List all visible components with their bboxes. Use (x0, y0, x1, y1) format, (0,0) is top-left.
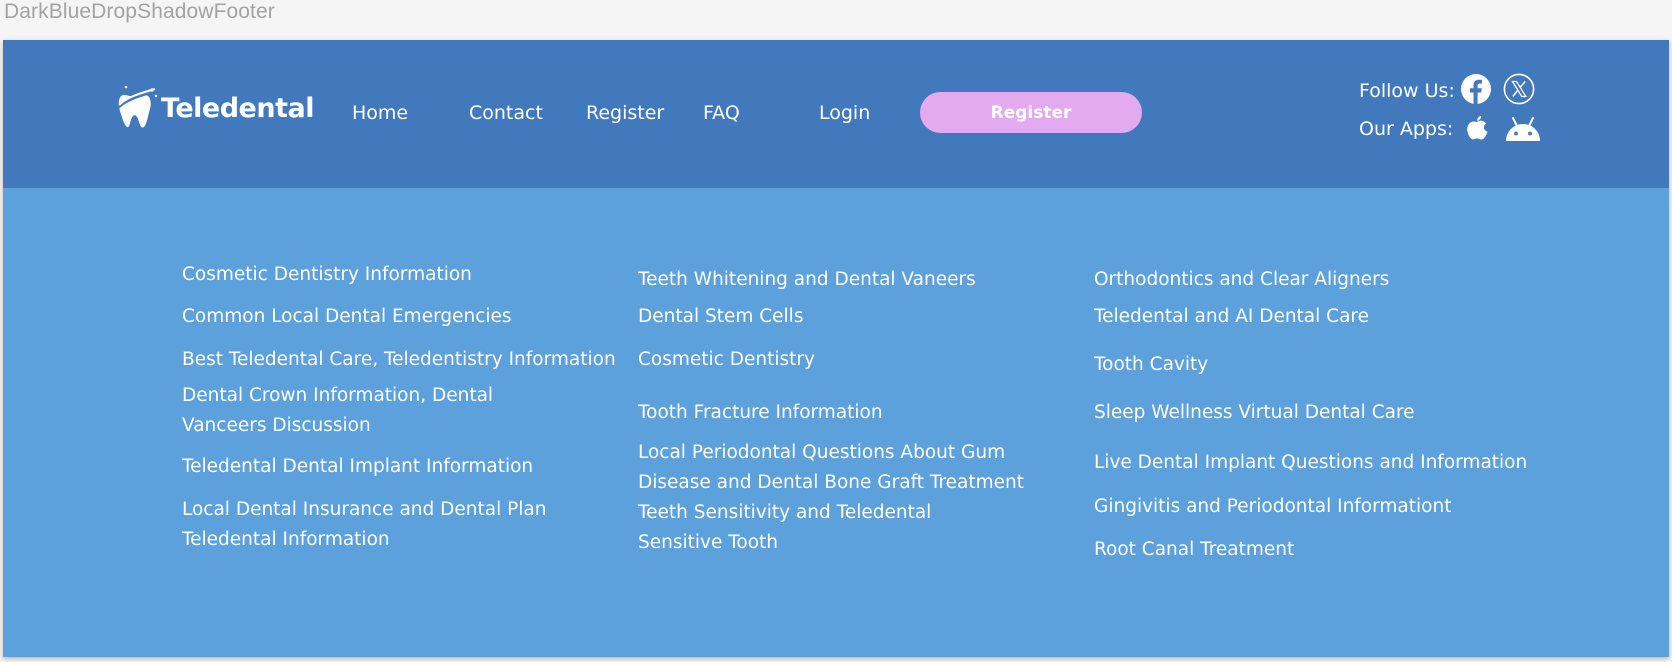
tooth-logo-icon (116, 85, 158, 128)
follow-us-label: Follow Us: (1359, 80, 1455, 102)
android-icon[interactable] (1504, 116, 1542, 142)
footer-link[interactable]: Dental Stem Cells (638, 302, 803, 332)
footer-link[interactable]: Tooth Cavity (1094, 350, 1208, 380)
footer-link[interactable]: Teledental Dental Implant Information (182, 452, 533, 482)
footer-links-area: Cosmetic Dentistry Information Common Lo… (3, 188, 1669, 657)
our-apps-label: Our Apps: (1359, 118, 1454, 140)
footer-link[interactable]: Teledental and AI Dental Care (1094, 302, 1369, 332)
nav-register-link[interactable]: Register (586, 102, 664, 124)
register-button[interactable]: Register (920, 92, 1142, 133)
footer-link[interactable]: Teeth Whitening and Dental Vaneers (638, 265, 976, 295)
page-label: DarkBlueDropShadowFooter (4, 0, 275, 23)
footer-link[interactable]: Local Periodontal Questions About Gum Di… (638, 438, 1078, 498)
footer-link[interactable]: Local Dental Insurance and Dental Plan T… (182, 495, 552, 555)
footer-link[interactable]: Live Dental Implant Questions and Inform… (1094, 448, 1527, 478)
footer-link[interactable]: Root Canal Treatment (1094, 535, 1294, 565)
footer-top-bar: Teledental Home Contact Register FAQ Log… (3, 40, 1669, 188)
footer-link[interactable]: Best Teledental Care, Teledentistry Info… (182, 345, 616, 375)
footer: Teledental Home Contact Register FAQ Log… (3, 40, 1669, 657)
footer-link[interactable]: Sleep Wellness Virtual Dental Care (1094, 398, 1415, 428)
brand-name: Teledental (161, 92, 314, 124)
footer-link[interactable]: Common Local Dental Emergencies (182, 302, 512, 332)
footer-link[interactable]: Dental Crown Information, Dental Vanceer… (182, 381, 512, 441)
footer-link[interactable]: Orthodontics and Clear Aligners (1094, 265, 1389, 295)
brand-logo[interactable]: Teledental (116, 84, 314, 132)
nav-home-link[interactable]: Home (352, 102, 408, 124)
x-twitter-icon[interactable] (1503, 73, 1535, 105)
footer-link[interactable]: Teeth Sensitivity and Teledental Sensiti… (638, 498, 948, 558)
facebook-icon[interactable] (1460, 73, 1492, 105)
apple-icon[interactable] (1461, 112, 1493, 144)
footer-link[interactable]: Cosmetic Dentistry (638, 345, 815, 375)
footer-link[interactable]: Cosmetic Dentistry Information (182, 260, 472, 290)
nav-contact-link[interactable]: Contact (469, 102, 543, 124)
footer-link[interactable]: Tooth Fracture Information (638, 398, 883, 428)
nav-login-link[interactable]: Login (819, 102, 870, 124)
footer-link[interactable]: Gingivitis and Periodontal Informationt (1094, 492, 1451, 522)
nav-faq-link[interactable]: FAQ (703, 102, 740, 124)
